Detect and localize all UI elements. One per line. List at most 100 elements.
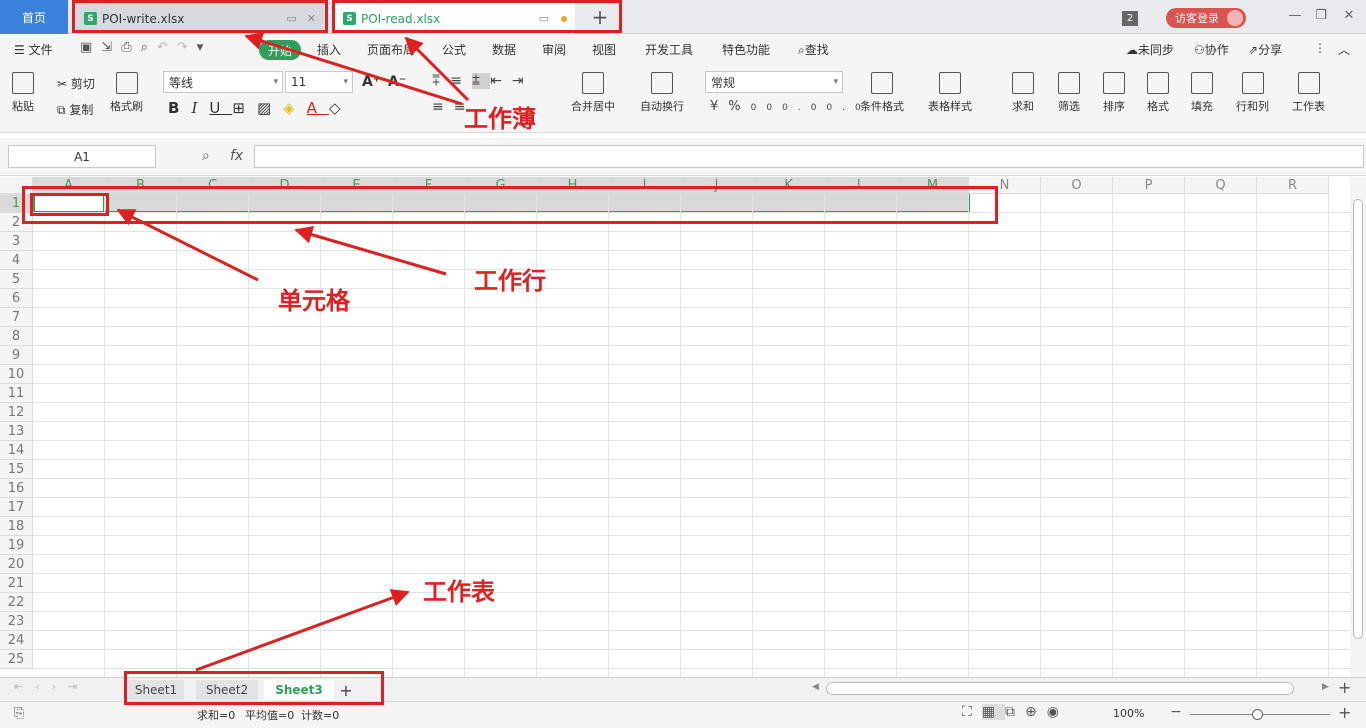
close-window-icon[interactable]: ✕ — [1338, 8, 1360, 26]
collaborate-button[interactable]: ⚇协作 — [1194, 41, 1229, 58]
clear-format-icon[interactable]: ◇ — [329, 99, 353, 117]
merge-center-button[interactable]: 合并居中 — [571, 72, 615, 114]
vertical-scrollbar[interactable] — [1350, 177, 1366, 677]
redo-icon[interactable]: ↷ — [177, 40, 197, 55]
column-header[interactable]: O — [1041, 177, 1113, 194]
align-middle-icon[interactable]: ≡ — [450, 73, 472, 89]
normal-view-icon[interactable]: ▦ — [981, 704, 1006, 720]
tab-developer[interactable]: 开发工具 — [645, 41, 693, 58]
decrease-font-icon[interactable]: A⁻ — [388, 74, 406, 90]
row-header[interactable]: 4 — [0, 251, 33, 270]
tab-insert[interactable]: 插入 — [317, 41, 341, 58]
more-options-icon[interactable]: ⋮ — [1314, 41, 1326, 55]
home-tab[interactable]: 首页 — [0, 0, 68, 34]
eye-protection-icon[interactable]: ◉ — [1047, 704, 1069, 720]
export-icon[interactable]: ⇲ — [101, 40, 121, 55]
row-header[interactable]: 14 — [0, 441, 33, 460]
row-header[interactable]: 15 — [0, 460, 33, 479]
tab-page-layout[interactable]: 页面布局 — [367, 41, 415, 58]
currency-icon[interactable]: ¥ — [710, 99, 728, 114]
align-left-icon[interactable]: ≡ — [432, 99, 454, 115]
zoom-slider[interactable] — [1190, 709, 1330, 720]
row-header[interactable]: 3 — [0, 232, 33, 251]
tab-review[interactable]: 审阅 — [542, 41, 566, 58]
font-name-select[interactable]: 等线 — [163, 71, 283, 93]
row-header[interactable]: 17 — [0, 498, 33, 517]
spreadsheet-grid[interactable]: ABCDEFGHIJKLMNOPQR 1 2 3 4 5 6 7 8 9 10 11 12 13 14 15… — [0, 177, 1350, 677]
tab-features[interactable]: 特色功能 — [722, 41, 770, 58]
share-button[interactable]: ⇗分享 — [1248, 41, 1282, 58]
bold-icon[interactable]: B — [168, 99, 191, 117]
tab-start[interactable]: 开始 — [259, 40, 301, 60]
column-header[interactable]: R — [1257, 177, 1329, 194]
font-color-icon[interactable]: A — [307, 99, 329, 117]
align-top-icon[interactable]: ⩱ — [432, 73, 450, 89]
row-header[interactable]: 10 — [0, 365, 33, 384]
save-icon[interactable]: ▣ — [80, 40, 101, 55]
row-header[interactable]: 23 — [0, 612, 33, 631]
fx-button[interactable]: fx — [230, 148, 243, 164]
zoom-formula-icon[interactable]: ⌕ — [202, 148, 210, 164]
paste-button[interactable]: 粘贴 — [12, 72, 34, 114]
row-header[interactable]: 6 — [0, 289, 33, 308]
zoom-level[interactable]: 100% — [1113, 707, 1144, 720]
border-icon[interactable]: ⊞ — [232, 99, 257, 117]
row-header[interactable]: 25 — [0, 650, 33, 669]
align-bottom-icon[interactable]: ⩲ — [471, 73, 491, 89]
indent-increase-icon[interactable]: ⇥ — [512, 73, 534, 89]
login-button[interactable]: 访客登录 — [1166, 8, 1246, 28]
collapse-ribbon-icon[interactable]: ︿ — [1338, 41, 1350, 58]
number-format-select[interactable]: 常规 — [705, 71, 843, 93]
row-header[interactable]: 24 — [0, 631, 33, 650]
copy-button[interactable]: ⧉ 复制 — [57, 101, 93, 118]
minimize-icon[interactable]: — — [1284, 8, 1306, 26]
increase-decimal-icon[interactable]: .00 — [798, 103, 842, 113]
sheet-nav-arrows[interactable]: ⇤‹›⇥ — [14, 680, 89, 693]
fill-button[interactable]: 填充 — [1191, 72, 1213, 114]
horizontal-scrollbar[interactable] — [826, 682, 1294, 695]
conditional-format-button[interactable]: 条件格式 — [860, 72, 904, 114]
scroll-left-icon[interactable]: ◀ — [812, 682, 819, 692]
font-size-select[interactable]: 11 — [285, 71, 353, 93]
table-style-button[interactable]: 表格样式 — [928, 72, 972, 114]
sync-status[interactable]: ☁未同步 — [1126, 41, 1174, 58]
scroll-thumb[interactable] — [1353, 199, 1363, 639]
more-icon[interactable]: ▾ — [197, 40, 213, 55]
scroll-right-icon[interactable]: ▶ — [1322, 682, 1329, 692]
row-header[interactable]: 9 — [0, 346, 33, 365]
row-header[interactable]: 18 — [0, 517, 33, 536]
page-break-icon[interactable]: ⧉ — [1005, 704, 1025, 720]
worksheet-button[interactable]: 工作表 — [1292, 72, 1325, 114]
thousands-icon[interactable]: 000 — [751, 103, 798, 113]
row-header[interactable]: 16 — [0, 479, 33, 498]
cut-button[interactable]: ✂ 剪切 — [57, 75, 95, 92]
tab-formula[interactable]: 公式 — [442, 41, 466, 58]
format-button[interactable]: 格式 — [1147, 72, 1169, 114]
format-painter-button[interactable]: 格式刷 — [110, 72, 143, 114]
formula-input[interactable] — [254, 145, 1364, 168]
name-box[interactable]: A1 — [8, 145, 156, 168]
indent-decrease-icon[interactable]: ⇤ — [490, 73, 512, 89]
print-icon[interactable]: ⎙ — [121, 40, 140, 55]
row-header[interactable]: 8 — [0, 327, 33, 346]
row-header[interactable]: 5 — [0, 270, 33, 289]
percent-icon[interactable]: % — [728, 99, 750, 114]
row-header[interactable]: 22 — [0, 593, 33, 612]
row-header[interactable]: 21 — [0, 574, 33, 593]
row-header[interactable]: 12 — [0, 403, 33, 422]
row-header[interactable]: 19 — [0, 536, 33, 555]
row-header[interactable]: 11 — [0, 384, 33, 403]
page-layout-icon[interactable]: ⊕ — [1025, 704, 1047, 720]
undo-icon[interactable]: ↶ — [157, 40, 177, 55]
file-menu[interactable]: ☰ 文件 — [14, 41, 53, 58]
column-header[interactable]: P — [1113, 177, 1185, 194]
row-header[interactable]: 20 — [0, 555, 33, 574]
tab-view[interactable]: 视图 — [592, 41, 616, 58]
sum-button[interactable]: 求和 — [1012, 72, 1034, 114]
macro-icon[interactable]: ⎘ — [14, 706, 24, 721]
zoom-slider-handle[interactable] — [1252, 709, 1263, 720]
row-col-button[interactable]: 行和列 — [1236, 72, 1269, 114]
wrap-text-button[interactable]: 自动换行 — [640, 72, 684, 114]
sort-button[interactable]: 排序 — [1103, 72, 1125, 114]
italic-icon[interactable]: I — [191, 99, 209, 117]
